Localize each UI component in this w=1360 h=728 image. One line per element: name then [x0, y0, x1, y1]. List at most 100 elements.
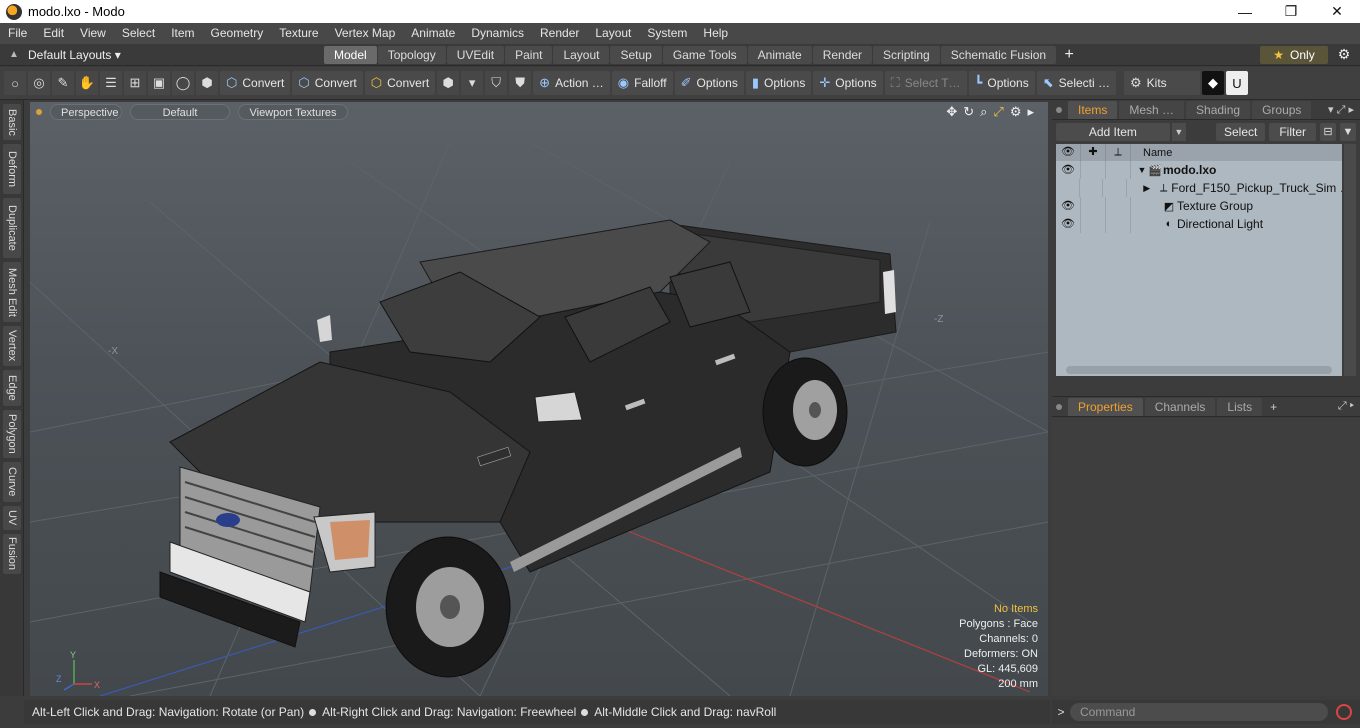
side-tab-duplicate[interactable]: Duplicate: [3, 198, 21, 258]
lock-cell[interactable]: [1081, 215, 1106, 233]
funnel-icon[interactable]: ▼: [1340, 123, 1356, 141]
side-tab-polygon[interactable]: Polygon: [3, 410, 21, 458]
record-macro-icon[interactable]: [1336, 704, 1352, 720]
filter-button[interactable]: Filter: [1269, 123, 1316, 141]
viewport-menu-arrow-icon[interactable]: ▸: [1027, 104, 1034, 120]
maximize-button[interactable]: ❐: [1268, 0, 1314, 23]
layers-icon[interactable]: ☰: [100, 71, 122, 95]
menu-texture[interactable]: Texture: [271, 23, 326, 44]
perspective-dropdown[interactable]: Perspective: [50, 104, 122, 120]
menu-system[interactable]: System: [639, 23, 695, 44]
zoom-icon[interactable]: ⌕: [980, 104, 987, 120]
pan-icon[interactable]: ✥: [946, 104, 957, 120]
side-tab-deform[interactable]: Deform: [3, 144, 21, 194]
viewport-options-dot[interactable]: [36, 109, 42, 115]
select-button[interactable]: Select: [1215, 123, 1266, 141]
menu-file[interactable]: File: [0, 23, 35, 44]
convert-button-3[interactable]: ⬡ Convert: [364, 71, 436, 95]
add-layout-tab-button[interactable]: +: [1057, 46, 1081, 64]
layout-tab-uvedit[interactable]: UVEdit: [446, 45, 505, 64]
close-button[interactable]: ✕: [1314, 0, 1360, 23]
command-input[interactable]: Command: [1070, 703, 1328, 721]
lock-column-icon[interactable]: ✚: [1081, 144, 1106, 161]
pickup-truck-model[interactable]: [159, 219, 897, 678]
layout-tab-animate[interactable]: Animate: [747, 45, 812, 64]
visibility-eye-icon[interactable]: 👁: [1056, 197, 1081, 215]
circle-select-icon[interactable]: ◯: [172, 71, 194, 95]
visibility-eye-icon[interactable]: [1056, 179, 1080, 197]
shading-style-dropdown[interactable]: Default: [130, 104, 230, 120]
items-tab-mesh[interactable]: Mesh …: [1119, 100, 1185, 119]
layout-settings-gear-icon[interactable]: ⚙: [1328, 46, 1360, 63]
add-item-button[interactable]: Add Item: [1056, 123, 1170, 141]
menu-layout[interactable]: Layout: [587, 23, 639, 44]
action-center-button[interactable]: ⊕ Action …: [533, 71, 610, 95]
side-tab-mesh-edit[interactable]: Mesh Edit: [3, 262, 21, 322]
grid-icon[interactable]: ⊞: [124, 71, 146, 95]
options-button-3[interactable]: ✛ Options: [813, 71, 883, 95]
item-row[interactable]: 👁 ▼ 🎬 modo.lxo: [1056, 161, 1342, 179]
layout-tab-render[interactable]: Render: [812, 45, 873, 64]
add-properties-tab-button[interactable]: +: [1264, 400, 1283, 414]
layout-tab-game-tools[interactable]: Game Tools: [662, 45, 747, 64]
options-button-4[interactable]: ┗ Options: [968, 71, 1035, 95]
select-through-button[interactable]: ⛶ Select T…: [884, 71, 967, 95]
collapse-icon[interactable]: ⊟: [1320, 123, 1336, 141]
properties-controls-icon[interactable]: ⤢ ▸: [1338, 400, 1360, 413]
props-tab-lists[interactable]: Lists: [1217, 397, 1263, 416]
unreal-icon[interactable]: U: [1226, 71, 1248, 95]
shield-icon[interactable]: ⛉: [485, 71, 508, 95]
layout-tab-topology[interactable]: Topology: [377, 45, 446, 64]
selection-sets-button[interactable]: ⬉ Selecti …: [1036, 71, 1116, 95]
menu-edit[interactable]: Edit: [35, 23, 72, 44]
layout-tab-setup[interactable]: Setup: [610, 45, 662, 64]
layout-up-arrow-icon[interactable]: ▲: [0, 49, 28, 60]
menu-render[interactable]: Render: [532, 23, 587, 44]
visibility-eye-icon[interactable]: 👁: [1056, 215, 1081, 233]
select-vertices-icon[interactable]: ○: [4, 71, 26, 95]
props-tab-properties[interactable]: Properties: [1068, 397, 1143, 416]
menu-view[interactable]: View: [72, 23, 114, 44]
side-tab-vertex[interactable]: Vertex: [3, 326, 21, 366]
items-tab-items[interactable]: Items: [1068, 100, 1118, 119]
visibility-eye-icon[interactable]: 👁: [1056, 161, 1081, 179]
add-item-dropdown-icon[interactable]: ▼: [1171, 123, 1186, 141]
falloff-button[interactable]: ◉ Falloff: [611, 71, 673, 95]
dropdown-arrow-icon[interactable]: ▾: [461, 71, 484, 95]
maximize-viewport-icon[interactable]: ⤢: [993, 104, 1003, 120]
unity-icon[interactable]: ◆: [1202, 71, 1224, 95]
only-toggle[interactable]: ★ Only: [1260, 45, 1328, 64]
type-column-icon[interactable]: ⟂: [1106, 144, 1131, 161]
layouts-dropdown[interactable]: Default Layouts ▾: [28, 48, 128, 62]
options-button-2[interactable]: ▮ Options: [745, 71, 812, 95]
horizontal-scrollbar[interactable]: [1066, 366, 1332, 374]
item-row[interactable]: 👁 ◐ Directional Light: [1056, 215, 1342, 233]
layout-tab-layout[interactable]: Layout: [553, 45, 610, 64]
convert-button-1[interactable]: ⬡ Convert: [220, 71, 291, 95]
props-tab-channels[interactable]: Channels: [1144, 397, 1216, 416]
menu-vertex-map[interactable]: Vertex Map: [327, 23, 404, 44]
menu-item[interactable]: Item: [163, 23, 202, 44]
menu-select[interactable]: Select: [114, 23, 163, 44]
expand-arrow-icon[interactable]: ▶: [1137, 183, 1156, 194]
menu-dynamics[interactable]: Dynamics: [463, 23, 532, 44]
lock-cell[interactable]: [1080, 179, 1104, 197]
pen-tool-icon[interactable]: ✎: [52, 71, 74, 95]
side-tab-basic[interactable]: Basic: [3, 104, 21, 140]
material-cube-icon[interactable]: ⬢: [437, 71, 460, 95]
panel-controls-icon[interactable]: ▾ ⤢ ▸: [1328, 103, 1360, 117]
name-column-header[interactable]: Name: [1131, 147, 1172, 159]
layout-tab-model[interactable]: Model: [324, 45, 377, 64]
layout-tab-paint[interactable]: Paint: [505, 45, 553, 64]
hand-tool-icon[interactable]: ✋: [76, 71, 98, 95]
layout-tab-scripting[interactable]: Scripting: [873, 45, 940, 64]
layout-tab-schematic-fusion[interactable]: Schematic Fusion: [940, 45, 1057, 64]
items-tab-groups[interactable]: Groups: [1252, 100, 1312, 119]
3d-viewport[interactable]: -X -Z Y X Z Perspective Default Viewport…: [30, 102, 1048, 696]
lock-cell[interactable]: [1081, 161, 1106, 179]
rotate-icon[interactable]: ↻: [963, 104, 974, 120]
lock-cell[interactable]: [1081, 197, 1106, 215]
side-tab-uv[interactable]: UV: [3, 506, 21, 530]
side-tab-fusion[interactable]: Fusion: [3, 534, 21, 574]
visibility-column-eye-icon[interactable]: 👁: [1056, 144, 1081, 161]
